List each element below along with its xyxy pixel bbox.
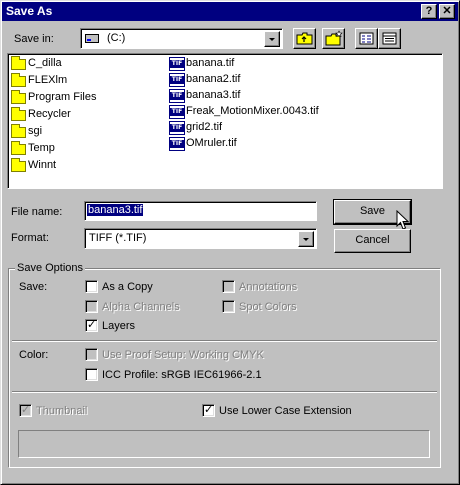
details-view-button[interactable]	[378, 28, 401, 49]
save-section-label: Save:	[19, 281, 48, 293]
tif-badge: TIF	[170, 76, 184, 84]
checkmark-icon: ✓	[21, 403, 31, 416]
up-folder-icon	[296, 32, 313, 45]
cancel-button-label: Cancel	[355, 234, 390, 246]
layers-label[interactable]: Layers	[102, 320, 135, 332]
use-lower-case-extension-label[interactable]: Use Lower Case Extension	[219, 405, 352, 417]
use-proof-setup-label: Use Proof Setup: Working CMYK	[102, 349, 264, 361]
folder-name: Recycler	[28, 108, 71, 120]
tif-badge: TIF	[170, 124, 184, 132]
alpha-channels-label: Alpha Channels	[102, 301, 180, 313]
thumbnail-label: Thumbnail	[36, 405, 88, 417]
tif-badge: TIF	[170, 60, 184, 68]
message-area	[18, 430, 430, 458]
format-label: Format:	[11, 232, 49, 244]
folder-icon	[11, 141, 26, 155]
cancel-button[interactable]: Cancel	[334, 229, 411, 253]
tif-file-icon: TIF	[169, 105, 185, 119]
folder-name: Program Files	[28, 91, 97, 103]
new-folder-button[interactable]	[322, 28, 345, 49]
save-in-value: (C:)	[107, 32, 126, 44]
icc-profile-checkbox[interactable]	[85, 368, 98, 381]
use-lower-case-extension-checkbox[interactable]: ✓	[202, 403, 215, 417]
tif-badge: TIF	[170, 92, 184, 100]
tif-badge: TIF	[170, 140, 184, 148]
format-dropdown-arrow[interactable]	[298, 231, 314, 247]
title-bar[interactable]: Save As ? ✕	[2, 2, 458, 21]
annotations-checkbox[interactable]	[222, 280, 235, 293]
checkmark-icon: ✓	[204, 403, 214, 416]
folder-name: sgi	[28, 125, 43, 137]
tif-file-icon: TIF	[169, 57, 185, 71]
help-button[interactable]: ?	[421, 4, 437, 19]
tif-file-icon: TIF	[169, 89, 185, 103]
folder-name: Winnt	[28, 159, 57, 171]
icc-profile-label[interactable]: ICC Profile: sRGB IEC61966-2.1	[102, 369, 262, 381]
tif-badge: TIF	[170, 108, 184, 116]
folder-name: FLEXlm	[28, 74, 68, 86]
checkmark-icon: ✓	[87, 318, 97, 331]
file-list[interactable]: C_dilla FLEXlm Program Files Recycler sgi Tem…	[7, 53, 443, 189]
save-button-label: Save	[359, 205, 386, 217]
save-options-group-label: Save Options	[15, 262, 86, 274]
list-view-button[interactable]	[355, 28, 378, 49]
drive-icon	[85, 34, 99, 43]
spot-colors-label: Spot Colors	[239, 301, 297, 313]
save-in-label: Save in:	[14, 33, 54, 45]
window-title: Save As	[6, 4, 53, 18]
alpha-channels-checkbox[interactable]	[85, 300, 98, 313]
tif-file-icon: TIF	[169, 73, 185, 87]
thumbnail-checkbox[interactable]: ✓	[19, 403, 32, 417]
as-a-copy-label[interactable]: As a Copy	[102, 281, 153, 293]
tif-file-icon: TIF	[169, 121, 185, 135]
details-view-icon	[382, 32, 397, 45]
format-dropdown[interactable]: TIFF (*.TIF)	[84, 228, 317, 249]
new-folder-icon	[325, 30, 343, 46]
list-view-icon	[359, 32, 374, 45]
folder-icon	[11, 158, 26, 172]
close-button[interactable]: ✕	[439, 4, 455, 19]
tif-file-name: OMruler.tif	[186, 137, 237, 149]
folder-icon	[11, 124, 26, 138]
divider	[12, 391, 437, 393]
tif-file-name: banana2.tif	[186, 73, 241, 85]
up-one-level-button[interactable]	[293, 28, 316, 49]
layers-checkbox[interactable]: ✓	[85, 318, 98, 332]
folder-icon	[11, 107, 26, 121]
color-section-label: Color:	[19, 349, 49, 361]
tif-file-name: banana3.tif	[186, 89, 241, 101]
file-name-label: File name:	[11, 206, 63, 218]
folder-name: C_dilla	[28, 57, 62, 69]
as-a-copy-checkbox[interactable]	[85, 280, 98, 293]
spot-colors-checkbox[interactable]	[222, 300, 235, 313]
save-in-dropdown[interactable]: (C:)	[80, 28, 283, 49]
folder-name: Temp	[28, 142, 55, 154]
tif-file-name: banana.tif	[186, 57, 235, 69]
format-value: TIFF (*.TIF)	[89, 232, 147, 244]
annotations-label: Annotations	[239, 281, 298, 293]
folder-icon	[11, 90, 26, 104]
save-in-dropdown-arrow[interactable]	[264, 31, 280, 47]
divider	[12, 340, 437, 342]
folder-icon	[11, 56, 26, 70]
folder-icon	[11, 73, 26, 87]
tif-file-icon: TIF	[169, 137, 185, 151]
file-name-input[interactable]: banana3.tif	[84, 201, 317, 221]
tif-file-name: Freak_MotionMixer.0043.tif	[186, 105, 319, 117]
tif-file-name: grid2.tif	[186, 121, 223, 133]
use-proof-setup-checkbox[interactable]	[85, 348, 98, 361]
file-name-value: banana3.tif	[87, 204, 144, 216]
